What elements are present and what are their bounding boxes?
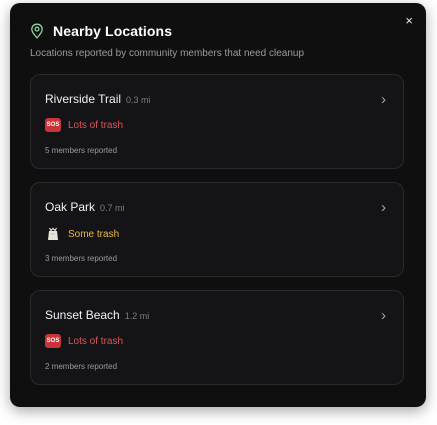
page-title: Nearby Locations — [53, 23, 173, 39]
location-name-text: Riverside Trail — [45, 92, 122, 106]
location-distance: 1.2 mi — [124, 311, 150, 321]
reported-count: 5 members reported — [45, 146, 118, 155]
nearby-locations-panel: Nearby Locations × Locations reported by… — [10, 3, 426, 407]
location-distance: 0.7 mi — [100, 203, 125, 213]
trash-level-label: Some trash — [68, 228, 120, 240]
panel-header: Nearby Locations — [30, 23, 172, 39]
trash-level-label: Lots of trash — [68, 335, 124, 347]
close-icon[interactable]: × — [405, 14, 413, 28]
chevron-right-icon: › — [381, 91, 386, 108]
trash-level-badge: SOS Lots of trash — [45, 118, 123, 132]
location-card-sunset-beach[interactable]: Sunset Beach 1.2 mi › SOS Lots of trash 2… — [30, 290, 404, 385]
page-subtitle: Locations reported by community members … — [30, 48, 305, 59]
location-card-riverside-trail[interactable]: Riverside Trail 0.3 mi › SOS Lots of tras… — [30, 74, 404, 169]
trash-level-badge: SOS Lots of trash — [45, 334, 123, 348]
sos-icon: SOS — [45, 118, 61, 132]
trash-level-label: Lots of trash — [68, 119, 124, 131]
location-name: Sunset Beach 1.2 mi — [45, 308, 149, 322]
reported-count: 3 members reported — [45, 254, 118, 263]
location-name: Riverside Trail 0.3 mi — [45, 92, 151, 106]
location-name-text: Sunset Beach — [45, 308, 120, 322]
map-pin-icon — [31, 23, 43, 39]
location-distance: 0.3 mi — [126, 95, 151, 105]
reported-count: 2 members reported — [45, 362, 118, 371]
location-card-oak-park[interactable]: Oak Park 0.7 mi › Some trash 3 members re… — [30, 182, 404, 277]
sos-icon: SOS — [45, 334, 61, 348]
trash-bag-icon — [48, 227, 58, 240]
chevron-right-icon: › — [381, 199, 386, 216]
trash-level-badge: Some trash — [45, 226, 119, 242]
chevron-right-icon: › — [381, 307, 386, 324]
location-name: Oak Park 0.7 mi — [45, 200, 125, 214]
location-name-text: Oak Park — [45, 200, 96, 214]
